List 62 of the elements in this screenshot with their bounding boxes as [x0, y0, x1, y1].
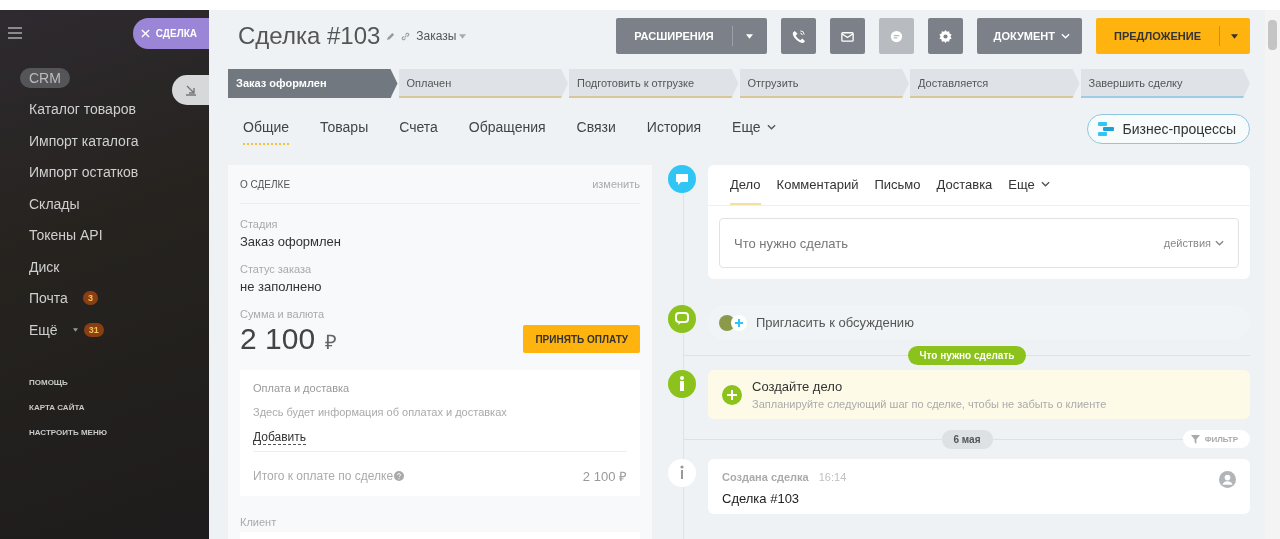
actions-dropdown[interactable]: действия	[1163, 237, 1224, 249]
stage-step[interactable]: Завершить сделку	[1080, 69, 1250, 98]
date-badge: 6 мая	[941, 429, 993, 449]
section-title: О СДЕЛКЕ	[240, 178, 291, 190]
total-label: Итого к оплате по сделке	[253, 469, 394, 483]
tab[interactable]: Еще	[1008, 165, 1050, 205]
entry-time: 16:14	[818, 471, 847, 483]
tab[interactable]: Еще	[732, 113, 776, 145]
field-label: Статус заказа	[240, 263, 313, 275]
stage-step[interactable]: Отгрузить	[739, 69, 909, 98]
panel-text: Здесь будет информация об оплатах и доставках	[253, 406, 508, 418]
menu-item[interactable]: Каталог товаров	[20, 99, 145, 120]
field-label: Клиент	[240, 516, 278, 528]
menu-item[interactable]: Импорт остатков	[20, 162, 148, 183]
add-link[interactable]: Добавить	[253, 430, 307, 445]
tab[interactable]: Товары	[320, 113, 369, 145]
sidebar-link[interactable]: КАРТА САЙТА	[29, 402, 209, 412]
tab[interactable]: Связи	[576, 113, 616, 145]
tab[interactable]: Доставка	[936, 165, 993, 205]
field-value: Заказ оформлен	[240, 234, 343, 249]
field-label: Сумма и валюта	[240, 308, 326, 320]
proposal-button[interactable]: ПРЕДЛОЖЕНИЕ	[1096, 18, 1250, 54]
sidebar-link[interactable]: ПОМОЩЬ	[29, 377, 209, 387]
deal-title: Сделка #103	[238, 22, 381, 50]
menu-item[interactable]: Токены API	[20, 225, 112, 246]
accept-payment-button[interactable]: ПРИНЯТЬ ОПЛАТУ	[523, 325, 640, 353]
category-dropdown[interactable]: Заказы	[416, 29, 467, 43]
total-value: 2 100 ₽	[582, 468, 627, 485]
entry-title: Создана сделка	[722, 471, 809, 483]
panel-text: Запланируйте следующий шаг по сделке, чтобы не забыть о клиенте	[752, 398, 1107, 410]
business-process-button[interactable]: Бизнес-процессы	[1086, 114, 1250, 144]
counter-badge: 3	[82, 291, 98, 306]
stage-step[interactable]: Доставляется	[910, 69, 1080, 98]
tab[interactable]: Общие	[243, 113, 290, 145]
menu-item[interactable]: CRM	[20, 67, 70, 88]
menu-item[interactable]: Склады	[20, 193, 89, 214]
tab[interactable]: Счета	[399, 113, 438, 145]
menu-item[interactable]: Импорт каталога	[20, 130, 148, 151]
amount-value: 2 100	[240, 322, 316, 355]
field-value: не заполнено	[240, 279, 323, 294]
tab[interactable]: Обращения	[468, 113, 546, 145]
menu-item[interactable]: Ещё	[20, 319, 67, 340]
task-input[interactable]: Что нужно сделать действия	[719, 218, 1239, 268]
menu-item[interactable]: Диск	[20, 256, 69, 277]
sidebar-link[interactable]: НАСТРОИТЬ МЕНЮ	[29, 427, 209, 437]
menu-item[interactable]: Почта	[20, 288, 77, 309]
stage-step[interactable]: Оплачен	[398, 69, 568, 98]
tab[interactable]: История	[646, 113, 702, 145]
panel-title: Создайте дело	[752, 379, 844, 394]
entry-text: Сделка #103	[722, 491, 801, 506]
tab[interactable]: Дело	[730, 165, 761, 205]
stage-step[interactable]: Заказ оформлен	[228, 69, 398, 98]
section-badge: Что нужно сделать	[907, 345, 1027, 365]
field-label: Стадия	[240, 218, 279, 230]
counter-badge: 31	[83, 322, 104, 337]
stage-step[interactable]: Подготовить к отгрузке	[569, 69, 739, 98]
document-button[interactable]: ДОКУМЕНТ	[976, 18, 1082, 54]
currency-sign: ₽	[325, 331, 338, 353]
tab[interactable]: Письмо	[874, 165, 921, 205]
extensions-button[interactable]: РАСШИРЕНИЯ	[616, 18, 767, 54]
panel-title: Оплата и доставка	[253, 382, 351, 394]
tab[interactable]: Комментарий	[776, 165, 859, 205]
